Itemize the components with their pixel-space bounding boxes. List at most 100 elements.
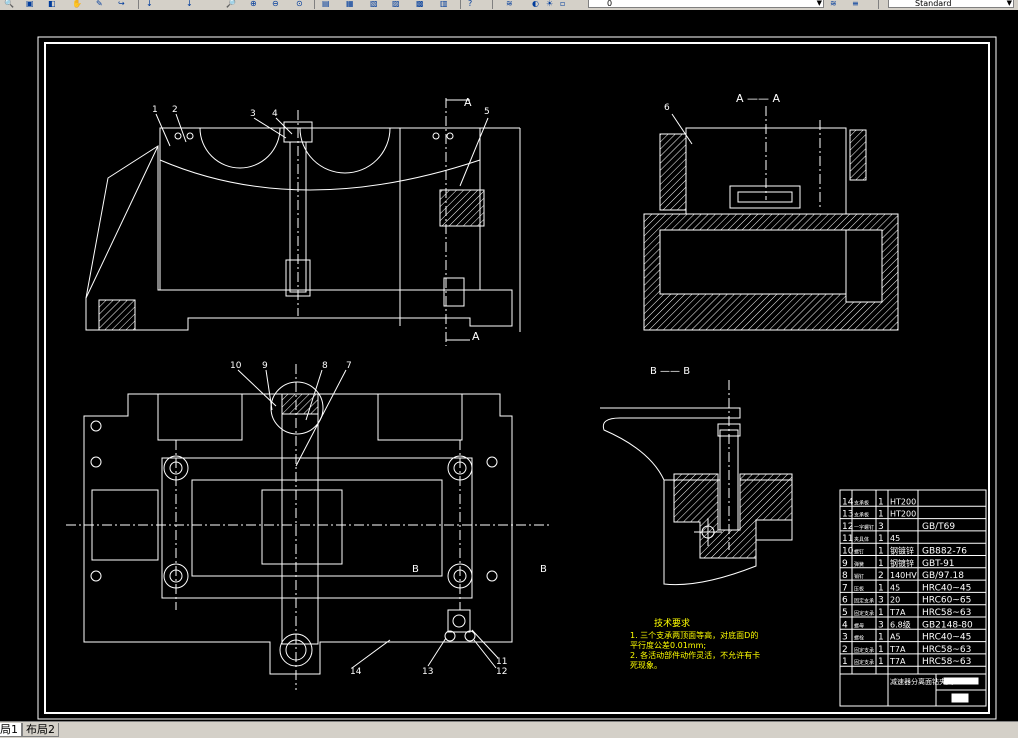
drawing-canvas[interactable]: 1 2 3 4 5 A A A —— A 6 10 9 8 7 14 13 12… [0,10,1018,721]
bom-cell-material: HT200 [890,497,916,506]
undo-icon[interactable]: ↓ [146,0,153,8]
zoom-all-icon[interactable]: ⊙ [296,0,303,8]
bom-rows: 14 支承板 1 HT20013 支承板 1 HT20012 一字螺钉 3 GB/T6911 夹具体… [840,497,986,667]
bom-cell-material: HT200 [890,510,916,519]
bom-cell-note: GB/97.18 [922,571,964,581]
section-b-view [600,380,793,586]
layer-previous-icon[interactable]: ≡ [852,0,859,8]
layer-manager-icon[interactable]: ≋ [506,0,513,8]
layer-dropdown-value: 0 [607,0,613,8]
redo-icon[interactable]: ↪ [118,0,125,8]
bom-cell-material: 45 [890,583,900,592]
bom-cell-material: 20 [890,596,900,605]
bom-cell-no: 2 [842,645,848,655]
toolbar-separator [878,0,879,9]
bom-cell-name: 螺钉 [854,549,864,556]
make-object-layer-current-icon[interactable]: ≋ [830,0,837,8]
tool-palettes-icon[interactable]: ▧ [370,0,378,8]
bom-cell-name: 螺栓 [854,635,864,642]
tech-line-3: 2. 各活动部件动作灵活，不允许有卡 [630,650,760,660]
text-style-dropdown-value: Standard [915,0,952,8]
part-number-14: 14 [350,667,362,677]
zoom-realtime-icon[interactable]: 🔍 [4,0,14,8]
cut-label-b-right: B [540,564,547,575]
bom-cell-material: 6.8级 [890,619,911,629]
bom-cell-note: HRC58~63 [922,657,971,667]
part-number-10: 10 [230,361,242,371]
toolbar-separator [314,0,315,9]
bom-cell-no: 1 [842,657,848,667]
bom-cell-name: 固定支承 [854,610,874,617]
layer-on-icon[interactable]: ◐ [532,0,539,8]
front-part-labels: 1 2 3 4 5 A A [152,96,490,343]
text-style-dropdown[interactable]: Standard ▼ [888,0,1014,8]
bom-cell-name: 销钉 [854,573,864,580]
design-center-icon[interactable]: ▦ [346,0,354,8]
bom-cell-note: GB882-76 [922,547,967,557]
layer-dropdown[interactable]: 0 ▼ [588,0,824,8]
section-a-view [643,106,899,331]
markup-icon[interactable]: ▩ [416,0,424,8]
bom-cell-no: 11 [842,534,853,544]
part-number-13: 13 [422,667,433,677]
zoom-extents-icon[interactable]: 🔎 [226,0,236,8]
section-b-labels: B —— B [650,366,690,377]
help-icon[interactable]: ? [468,0,472,8]
bom-cell-qty: 1 [878,583,884,593]
properties-icon[interactable]: ▤ [322,0,330,8]
bom-cell-no: 4 [842,620,848,630]
bom-cell-note: GB/T69 [922,522,955,532]
bom-cell-no: 12 [842,522,853,532]
zoom-out-icon[interactable]: ⊖ [272,0,279,8]
bom-cell-name: 固定支承 [854,598,874,605]
section-b-title: B —— B [650,366,690,377]
bom-cell-no: 6 [842,596,848,606]
cut-label-a-top: A [464,96,472,109]
bom-cell-material: 钢镀锌 [890,546,914,556]
bom-cell-name: 弹簧 [854,561,864,568]
bom-cell-qty: 3 [878,620,884,630]
match-properties-icon[interactable]: ✎ [96,0,103,8]
bom-cell-material: 140HV [890,571,917,580]
sheet-set-icon[interactable]: ▨ [392,0,400,8]
part-number-11: 11 [496,657,507,667]
title-block-text: 减速器分离面钻夹具 [890,677,953,686]
tab-layout2[interactable]: 布局2 [22,723,59,737]
bom-cell-material: T7A [889,645,906,654]
section-a-title: A —— A [736,92,781,105]
bom-cell-material: T7A [889,608,906,617]
cut-label-b-left: B [412,564,419,575]
calculator-icon[interactable]: ▥ [440,0,448,8]
bom-cell-qty: 1 [878,547,884,557]
layer-freeze-icon[interactable]: ☀ [546,0,553,8]
layout-tabbar: 局1 布局2 [0,721,1018,738]
bom-cell-no: 13 [842,510,853,520]
zoom-previous-icon[interactable]: ◧ [48,0,56,8]
pan-icon[interactable]: ✋ [72,0,82,8]
bom-cell-material: 45 [890,534,900,543]
bom-cell-qty: 3 [878,596,884,606]
redo-disabled-icon[interactable]: ↓ [186,0,193,8]
bom-cell-qty: 1 [878,534,884,544]
bom-cell-name: 螺母 [854,622,864,629]
bom-cell-name: 一字螺钉 [854,524,874,531]
part-number-7: 7 [346,361,352,371]
zoom-in-icon[interactable]: ⊕ [250,0,257,8]
tab-layout1[interactable]: 局1 [0,723,22,737]
plan-part-labels: 10 9 8 7 14 13 12 11 B B [230,361,547,677]
tech-requirements: 技术要求 1. 三个支承两顶面等高，对底面D的 平行度公差0.01mm; 2. … [630,617,760,670]
bom-cell-note: GBT-91 [922,559,955,569]
bom-cell-no: 3 [842,633,848,643]
bom-cell-note: HRC58~63 [922,608,971,618]
bom-cell-qty: 2 [878,571,884,581]
zoom-window-icon[interactable]: ▣ [26,0,34,8]
bom-cell-name: 夹具体 [854,536,869,543]
tech-line-4: 死现象。 [630,660,662,670]
part-number-9: 9 [262,361,268,371]
bom-cell-note: GB2148-80 [922,620,973,630]
bom-cell-qty: 1 [878,608,884,618]
bom-cell-qty: 1 [878,645,884,655]
layer-lock-icon[interactable]: ▫ [560,0,565,8]
section-a-labels: A —— A 6 [664,92,781,113]
title-block-name: 减速器分离面钻夹具 [890,677,953,686]
